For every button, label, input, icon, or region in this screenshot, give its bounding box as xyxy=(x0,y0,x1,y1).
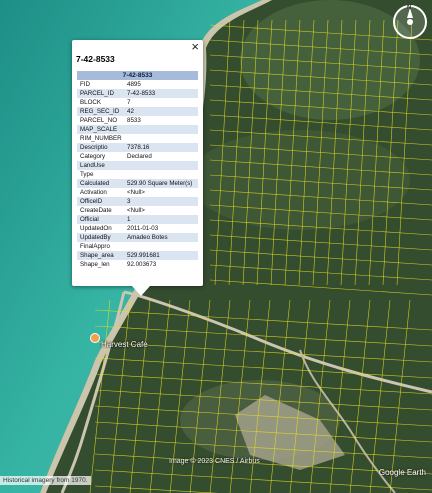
attribute-key: FinalAppro xyxy=(80,243,110,250)
attribute-row: UpdatedOn 2011-01-03 xyxy=(77,224,198,233)
attribute-row: Type xyxy=(77,170,198,179)
attribute-value: 7378.16 xyxy=(124,143,198,152)
attribute-key: PARCEL_ID xyxy=(77,89,124,98)
satellite-map[interactable] xyxy=(0,0,432,493)
historical-imagery-note: Historical imagery from 1970. xyxy=(0,476,91,485)
compass-north-label: N xyxy=(407,5,412,11)
attribute-value: 7-42-8533 xyxy=(124,89,198,98)
attribute-key: UpdatedBy xyxy=(77,233,124,242)
attribute-key: UpdatedOn xyxy=(80,225,112,232)
place-label-harvest-cafe[interactable]: Harvest Cafe xyxy=(101,340,148,349)
compass-control[interactable]: N xyxy=(392,4,428,40)
attribute-key: Official xyxy=(77,215,124,224)
attribute-value: Amadeo Botes xyxy=(124,233,198,242)
attribute-key: Descriptio xyxy=(77,143,124,152)
attribute-row: MAP_SCALE xyxy=(77,125,198,134)
attribute-value: 8533 xyxy=(127,117,141,124)
attribute-value: 4895 xyxy=(127,81,141,88)
attribute-value: 3 xyxy=(124,197,198,206)
attribute-value: 1 xyxy=(124,215,198,224)
google-earth-logo: Google Earth xyxy=(378,468,426,477)
attribute-key: BLOCK xyxy=(80,99,101,106)
popup-title: 7-42-8533 xyxy=(76,54,115,64)
attribute-row: OfficeID 3 xyxy=(77,197,198,206)
attribute-row: LandUse xyxy=(77,161,198,170)
parcel-info-popup: × 7-42-8533 7-42-8533 FID 4895 PARCEL_ID 7-… xyxy=(72,40,203,296)
attribute-value: 92.003673 xyxy=(127,261,157,268)
attribute-key: MAP_SCALE xyxy=(77,125,124,134)
attribute-key: LandUse xyxy=(77,161,124,170)
attribute-row: Shape_area 529.991681 xyxy=(77,251,198,260)
attribute-key: PARCEL_NO xyxy=(80,117,118,124)
attribute-row: CreateDate <Null> xyxy=(77,206,198,215)
attribute-key: Shape_area xyxy=(77,251,124,260)
attribute-table: 7-42-8533 FID 4895 PARCEL_ID 7-42-8533 BLOCK… xyxy=(77,71,198,269)
close-popup-button[interactable]: × xyxy=(191,40,199,54)
attribute-row: RIM_NUMBER xyxy=(77,134,198,143)
attribute-row: Official 1 xyxy=(77,215,198,224)
attribute-key: REG_SEC_ID xyxy=(77,107,124,116)
attribute-row: FID 4895 xyxy=(77,80,198,89)
attribute-key: FID xyxy=(80,81,90,88)
attribute-table-header: 7-42-8533 xyxy=(77,71,198,80)
attribute-value: Declared xyxy=(127,153,152,160)
attribute-value xyxy=(124,170,198,179)
attribute-key: Category xyxy=(80,153,106,160)
attribute-value: <Null> xyxy=(127,189,145,196)
attribute-row: PARCEL_NO 8533 xyxy=(77,116,198,125)
attribute-value: 529.90 Square Meter(s) xyxy=(124,179,198,188)
attribute-key: Type xyxy=(80,171,94,178)
attribute-value: 42 xyxy=(124,107,198,116)
attribute-row: REG_SEC_ID 42 xyxy=(77,107,198,116)
attribute-value: 529.991681 xyxy=(124,251,198,260)
attribute-value xyxy=(124,125,198,134)
attribute-key: Calculated xyxy=(77,179,124,188)
attribute-value xyxy=(124,134,198,143)
attribute-value: 2011-01-03 xyxy=(127,225,159,232)
cafe-marker-icon[interactable] xyxy=(90,333,100,343)
attribute-row: BLOCK 7 xyxy=(77,98,198,107)
imagery-attribution: Image © 2023 CNES / Airbus xyxy=(169,458,260,465)
attribute-value: <Null> xyxy=(127,207,145,214)
attribute-row: FinalAppro xyxy=(77,242,198,251)
attribute-key: Shape_len xyxy=(80,261,110,268)
attribute-row: Activation <Null> xyxy=(77,188,198,197)
attribute-key: RIM_NUMBER xyxy=(80,135,122,142)
attribute-row: Calculated 529.90 Square Meter(s) xyxy=(77,179,198,188)
attribute-row: PARCEL_ID 7-42-8533 xyxy=(77,89,198,98)
attribute-row: UpdatedBy Amadeo Botes xyxy=(77,233,198,242)
attribute-value xyxy=(124,242,198,251)
attribute-row: Descriptio 7378.16 xyxy=(77,143,198,152)
attribute-value: 7 xyxy=(127,99,131,106)
attribute-key: Activation xyxy=(80,189,107,196)
attribute-value xyxy=(124,161,198,170)
attribute-key: OfficeID xyxy=(77,197,124,206)
attribute-row: Category Declared xyxy=(77,152,198,161)
attribute-key: CreateDate xyxy=(80,207,112,214)
attribute-row: Shape_len 92.003673 xyxy=(77,260,198,269)
